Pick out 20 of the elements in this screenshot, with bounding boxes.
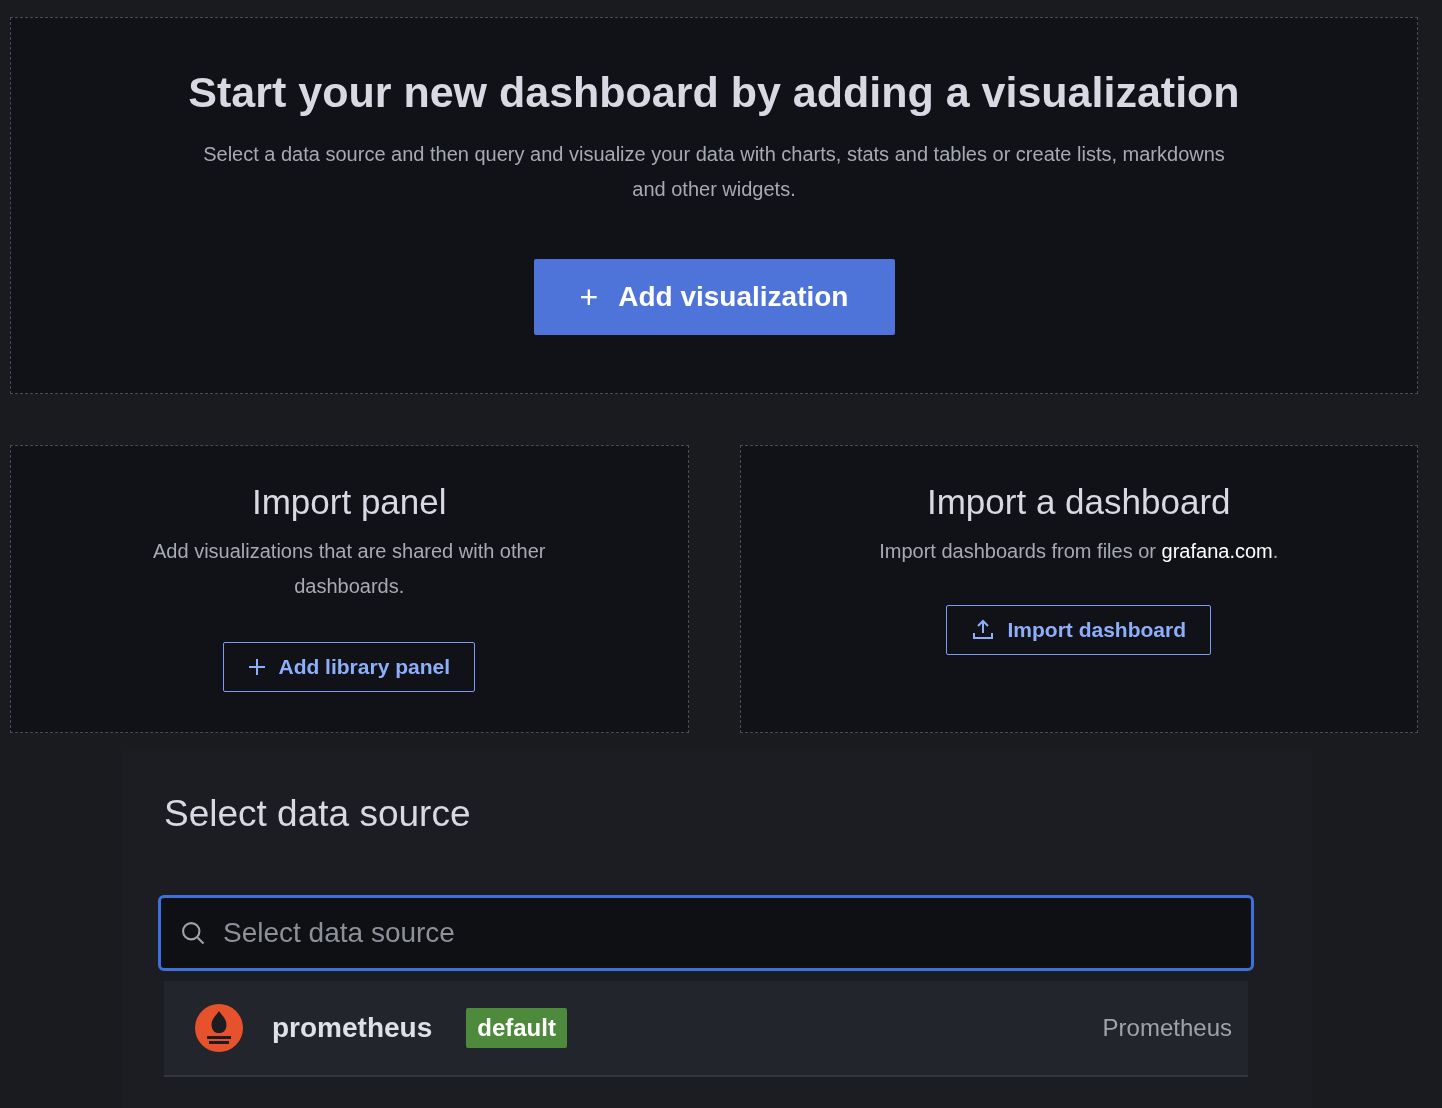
import-dashboard-button[interactable]: Import dashboard: [946, 605, 1211, 655]
card-description: Import dashboards from files or grafana.com.: [879, 539, 1279, 564]
card-description: Add visualizations that are shared with other dashboards.: [152, 539, 547, 599]
flame-logo-icon: [194, 1003, 244, 1053]
card-title: Import a dashboard: [927, 482, 1231, 522]
card-title: Import panel: [251, 482, 447, 522]
modal-title: Select data source: [164, 793, 472, 835]
add-visualization-button[interactable]: + Add visualization: [533, 259, 895, 335]
add-library-panel-button[interactable]: Add library panel: [223, 642, 475, 692]
grafana-link[interactable]: grafana.com: [1161, 540, 1273, 562]
default-badge: default: [466, 1008, 567, 1048]
hero-title: Start your new dashboard by adding a visualization: [188, 68, 1240, 117]
data-source-name: prometheus: [272, 1012, 433, 1044]
upload-icon: [971, 618, 996, 642]
plus-icon: [248, 658, 267, 676]
hero-description: Select a data source and then query and visualize your data with charts, stats and tables or create lists, markdowns and other widgets.: [202, 142, 1226, 202]
search-icon: [179, 919, 207, 947]
search-field[interactable]: Select data source: [158, 895, 1254, 971]
data-source-item[interactable]: prometheus default Prometheus: [164, 981, 1248, 1077]
data-source-type: Prometheus: [1102, 1014, 1232, 1042]
